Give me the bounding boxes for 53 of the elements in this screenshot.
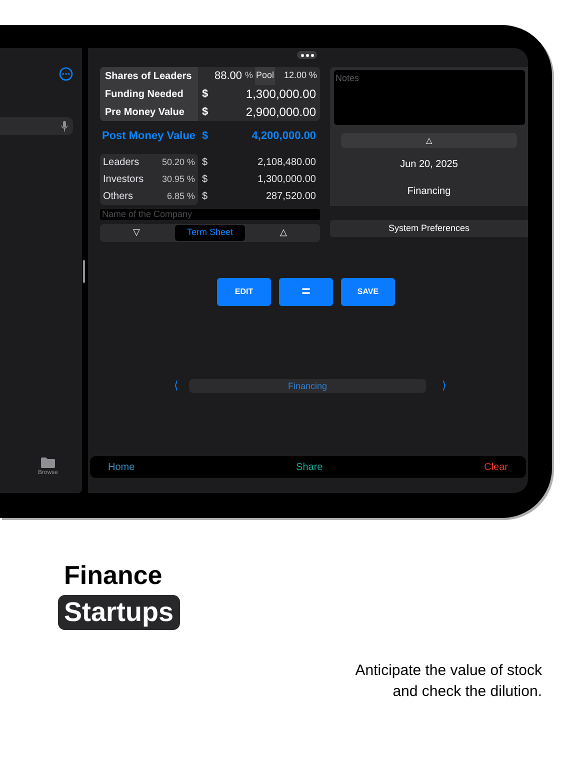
action-button[interactable]: = xyxy=(279,278,333,306)
caption-text: Anticipate the value of stock and check the dilution. xyxy=(355,661,542,702)
page-title: Financing xyxy=(189,379,426,394)
pool-label: Pool xyxy=(255,67,275,85)
action-button[interactable]: SAVE xyxy=(341,278,395,306)
field-value[interactable]: 2,900,000.00 xyxy=(218,103,320,121)
preferences-button[interactable]: System Preferences xyxy=(330,220,528,237)
heading: Finance xyxy=(64,560,164,590)
row-label: Leaders xyxy=(103,156,140,170)
row-label: Investors xyxy=(103,173,144,187)
percent-value: 30.95 % xyxy=(162,172,195,186)
currency-label: $ xyxy=(201,190,209,204)
more-button[interactable] xyxy=(297,51,317,59)
more-options-icon[interactable] xyxy=(59,67,73,81)
percent-value: 6.85 % xyxy=(166,190,195,203)
next-button[interactable]: ⟩ xyxy=(439,378,449,394)
category-label: Financing xyxy=(407,185,451,199)
date-label: Jun 20, 2025 xyxy=(400,158,458,172)
action-button[interactable]: EDIT xyxy=(217,278,271,306)
currency-label: $ xyxy=(201,173,209,187)
currency-label: $ xyxy=(201,156,209,170)
currency-label: $ xyxy=(201,86,210,102)
field-label: Shares of Leaders xyxy=(100,67,198,85)
pool-value[interactable]: 12.00 % xyxy=(275,69,320,83)
currency-label: $ xyxy=(201,104,210,120)
toolbar-button[interactable]: Home xyxy=(108,460,135,474)
folder-icon[interactable] xyxy=(41,457,55,468)
result-label: Post Money Value xyxy=(101,128,197,144)
segment-tab[interactable]: Term Sheet xyxy=(174,225,246,241)
result-value: 4,200,000.00 xyxy=(250,128,317,144)
field-value[interactable]: 1,300,000.00 xyxy=(218,85,320,103)
amount-value: 287,520.00 xyxy=(264,190,317,204)
toolbar-button[interactable]: Share xyxy=(296,460,323,474)
segment-tab[interactable]: △ xyxy=(248,225,320,241)
amount-value: 1,300,000.00 xyxy=(256,173,317,187)
unit-label: % xyxy=(244,69,254,82)
currency-label: $ xyxy=(201,128,210,144)
segment-tab[interactable]: ▽ xyxy=(101,225,172,241)
percent-value: 50.20 % xyxy=(162,156,195,169)
company-name-field[interactable]: Name of the Company xyxy=(100,209,320,220)
previous-button[interactable]: ⟨ xyxy=(171,378,181,394)
field-value[interactable]: 88.00 xyxy=(198,68,242,84)
field-label: Funding Needed xyxy=(100,85,198,103)
row-label: Others xyxy=(103,190,134,204)
scroll-indicator xyxy=(83,260,85,283)
collapse-button[interactable]: △ xyxy=(341,133,517,148)
toolbar-button[interactable]: Clear xyxy=(484,460,508,474)
field-label: Pre Money Value xyxy=(100,103,198,121)
tag-label: Startups xyxy=(58,595,180,630)
microphone-icon[interactable] xyxy=(61,120,68,132)
notes-field[interactable]: Notes xyxy=(334,70,524,125)
amount-value: 2,108,480.00 xyxy=(256,156,317,170)
search-field[interactable] xyxy=(0,117,73,135)
